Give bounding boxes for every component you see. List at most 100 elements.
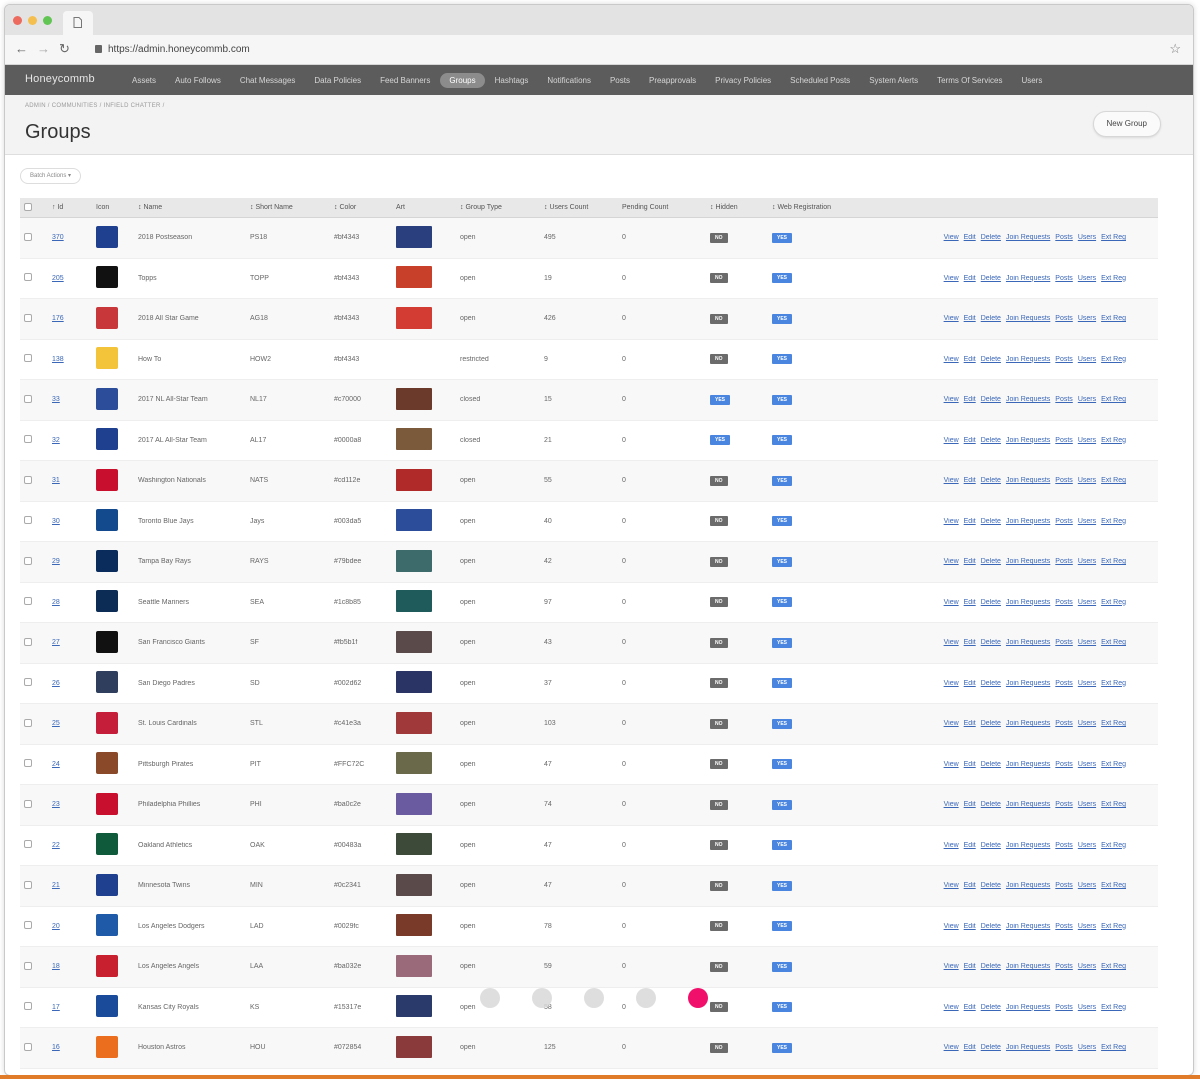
batch-actions-dropdown[interactable]: Batch Actions ▾ [20, 168, 82, 184]
row-id-link[interactable]: 33 [52, 396, 60, 403]
action-users-link[interactable]: Users [1078, 1004, 1096, 1011]
action-users-link[interactable]: Users [1078, 842, 1096, 849]
row-checkbox[interactable] [24, 1042, 32, 1051]
action-delete-link[interactable]: Delete [981, 518, 1001, 525]
action-ext-reg-link[interactable]: Ext Reg [1101, 720, 1126, 727]
action-view-link[interactable]: View [944, 801, 959, 808]
row-id-link[interactable]: 16 [52, 1044, 60, 1051]
action-users-link[interactable]: Users [1078, 963, 1096, 970]
column-header-name[interactable]: ↕ Name [134, 204, 246, 211]
nav-item-privacy-policies[interactable]: Privacy Policies [706, 73, 780, 88]
action-join-requests-link[interactable]: Join Requests [1006, 1044, 1050, 1051]
action-join-requests-link[interactable]: Join Requests [1006, 477, 1050, 484]
row-checkbox[interactable] [24, 961, 32, 970]
action-ext-reg-link[interactable]: Ext Reg [1101, 882, 1126, 889]
action-edit-link[interactable]: Edit [964, 234, 976, 241]
action-ext-reg-link[interactable]: Ext Reg [1101, 396, 1126, 403]
row-checkbox-cell[interactable] [20, 516, 48, 526]
row-id-link[interactable]: 138 [52, 356, 64, 363]
action-delete-link[interactable]: Delete [981, 761, 1001, 768]
action-users-link[interactable]: Users [1078, 558, 1096, 565]
action-join-requests-link[interactable]: Join Requests [1006, 518, 1050, 525]
nav-item-posts[interactable]: Posts [601, 73, 639, 88]
action-delete-link[interactable]: Delete [981, 315, 1001, 322]
action-delete-link[interactable]: Delete [981, 923, 1001, 930]
action-ext-reg-link[interactable]: Ext Reg [1101, 275, 1126, 282]
action-delete-link[interactable]: Delete [981, 639, 1001, 646]
row-checkbox[interactable] [24, 435, 32, 444]
row-checkbox-cell[interactable] [20, 840, 48, 850]
row-checkbox[interactable] [24, 799, 32, 808]
row-id-link[interactable]: 17 [52, 1004, 60, 1011]
action-users-link[interactable]: Users [1078, 639, 1096, 646]
action-ext-reg-link[interactable]: Ext Reg [1101, 923, 1126, 930]
action-delete-link[interactable]: Delete [981, 801, 1001, 808]
action-posts-link[interactable]: Posts [1055, 963, 1073, 970]
url-field[interactable]: https://admin.honeycommb.com [95, 44, 250, 55]
action-posts-link[interactable]: Posts [1055, 315, 1073, 322]
pager-dot[interactable] [584, 988, 604, 1008]
action-join-requests-link[interactable]: Join Requests [1006, 680, 1050, 687]
row-checkbox-cell[interactable] [20, 678, 48, 688]
action-join-requests-link[interactable]: Join Requests [1006, 558, 1050, 565]
action-users-link[interactable]: Users [1078, 599, 1096, 606]
action-edit-link[interactable]: Edit [964, 639, 976, 646]
action-users-link[interactable]: Users [1078, 923, 1096, 930]
action-edit-link[interactable]: Edit [964, 437, 976, 444]
action-ext-reg-link[interactable]: Ext Reg [1101, 963, 1126, 970]
row-id-link[interactable]: 26 [52, 680, 60, 687]
maximize-window-icon[interactable] [43, 16, 52, 25]
row-checkbox-cell[interactable] [20, 394, 48, 405]
row-id-link[interactable]: 30 [52, 518, 60, 525]
action-join-requests-link[interactable]: Join Requests [1006, 315, 1050, 322]
action-ext-reg-link[interactable]: Ext Reg [1101, 599, 1126, 606]
action-posts-link[interactable]: Posts [1055, 396, 1073, 403]
forward-arrow-icon[interactable]: → [37, 42, 50, 56]
row-checkbox[interactable] [24, 1002, 32, 1011]
action-join-requests-link[interactable]: Join Requests [1006, 639, 1050, 646]
row-checkbox-cell[interactable] [20, 435, 48, 445]
action-view-link[interactable]: View [944, 1004, 959, 1011]
row-id-link[interactable]: 31 [52, 477, 60, 484]
action-view-link[interactable]: View [944, 680, 959, 687]
action-posts-link[interactable]: Posts [1055, 923, 1073, 930]
row-id-link[interactable]: 25 [52, 720, 60, 727]
row-checkbox[interactable] [24, 516, 32, 525]
row-id-link[interactable]: 370 [52, 234, 64, 241]
action-join-requests-link[interactable]: Join Requests [1006, 275, 1050, 282]
row-checkbox-cell[interactable] [20, 961, 48, 972]
row-checkbox-cell[interactable] [20, 1042, 48, 1053]
action-delete-link[interactable]: Delete [981, 1044, 1001, 1051]
close-window-icon[interactable] [13, 16, 22, 25]
action-ext-reg-link[interactable]: Ext Reg [1101, 234, 1126, 241]
action-posts-link[interactable]: Posts [1055, 275, 1073, 282]
row-checkbox-cell[interactable] [20, 273, 48, 283]
action-delete-link[interactable]: Delete [981, 275, 1001, 282]
row-checkbox[interactable] [24, 232, 32, 241]
action-edit-link[interactable]: Edit [964, 842, 976, 849]
action-delete-link[interactable]: Delete [981, 720, 1001, 727]
row-checkbox[interactable] [24, 475, 32, 484]
action-posts-link[interactable]: Posts [1055, 842, 1073, 849]
select-all-checkbox-cell[interactable] [20, 202, 48, 213]
row-checkbox-cell[interactable] [20, 880, 48, 891]
action-posts-link[interactable]: Posts [1055, 882, 1073, 889]
action-users-link[interactable]: Users [1078, 315, 1096, 322]
new-group-button[interactable]: New Group [1092, 111, 1161, 137]
column-header-web-registration[interactable]: ↕ Web Registration [768, 204, 878, 211]
action-edit-link[interactable]: Edit [964, 761, 976, 768]
action-users-link[interactable]: Users [1078, 275, 1096, 282]
action-join-requests-link[interactable]: Join Requests [1006, 356, 1050, 363]
action-view-link[interactable]: View [944, 518, 959, 525]
column-header-users-count[interactable]: ↕ Users Count [540, 204, 618, 211]
action-posts-link[interactable]: Posts [1055, 720, 1073, 727]
action-users-link[interactable]: Users [1078, 477, 1096, 484]
action-delete-link[interactable]: Delete [981, 234, 1001, 241]
column-header-short-name[interactable]: ↕ Short Name [246, 204, 330, 211]
row-id-link[interactable]: 205 [52, 275, 64, 282]
nav-item-notifications[interactable]: Notifications [538, 73, 600, 88]
action-view-link[interactable]: View [944, 234, 959, 241]
row-checkbox[interactable] [24, 556, 32, 565]
action-posts-link[interactable]: Posts [1055, 1004, 1073, 1011]
action-delete-link[interactable]: Delete [981, 963, 1001, 970]
